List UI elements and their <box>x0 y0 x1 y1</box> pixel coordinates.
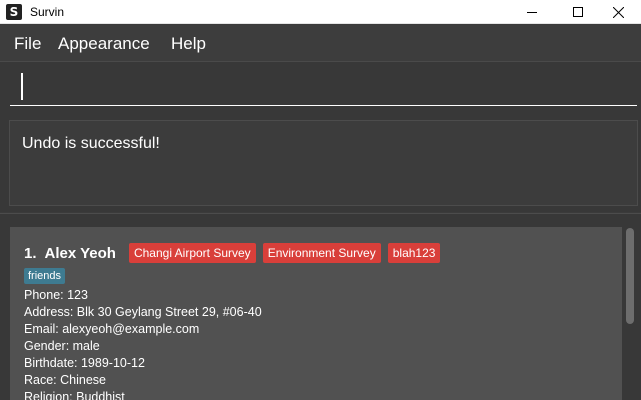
minimize-button[interactable] <box>509 0 555 24</box>
result-message: Undo is successful! <box>22 135 160 152</box>
list-scrollbar[interactable] <box>624 228 636 400</box>
person-birthdate: Birthdate: 1989-10-12 <box>24 356 145 370</box>
title-bar: S Survin <box>0 0 641 24</box>
menu-bar: File Appearance Help <box>0 25 641 62</box>
result-box: Undo is successful! <box>9 120 638 206</box>
survey-tag: Changi Airport Survey <box>128 243 256 263</box>
command-input[interactable] <box>10 68 637 106</box>
person-race: Race: Chinese <box>24 373 106 387</box>
close-icon <box>612 6 624 18</box>
maximize-icon <box>573 7 583 17</box>
text-caret <box>21 73 23 100</box>
person-card[interactable]: 1. Alex Yeoh Changi Airport Survey Envir… <box>10 227 622 400</box>
close-button[interactable] <box>595 0 641 24</box>
minimize-icon <box>527 11 537 13</box>
person-address: Address: Blk 30 Geylang Street 29, #06-4… <box>24 305 262 319</box>
survey-tag: Environment Survey <box>262 243 381 263</box>
scroll-thumb[interactable] <box>626 228 634 324</box>
menu-file[interactable]: File <box>14 25 41 62</box>
person-index: 1. <box>24 244 37 262</box>
result-display: Undo is successful! <box>0 112 641 212</box>
command-box <box>0 62 641 112</box>
person-phone: Phone: 123 <box>24 288 88 302</box>
survey-tag: blah123 <box>387 243 441 263</box>
person-email: Email: alexyeoh@example.com <box>24 322 200 336</box>
person-list[interactable]: 1. Alex Yeoh Changi Airport Survey Envir… <box>0 213 641 400</box>
person-gender: Gender: male <box>24 339 100 353</box>
person-name: Alex Yeoh <box>44 244 116 262</box>
menu-appearance[interactable]: Appearance <box>58 25 150 62</box>
app-icon: S <box>6 4 22 20</box>
person-header: 1. Alex Yeoh Changi Airport Survey Envir… <box>24 243 441 263</box>
friend-tag: friends <box>24 268 66 284</box>
person-religion: Religion: Buddhist <box>24 390 125 400</box>
window-title: Survin <box>30 5 65 19</box>
menu-help[interactable]: Help <box>171 25 206 62</box>
